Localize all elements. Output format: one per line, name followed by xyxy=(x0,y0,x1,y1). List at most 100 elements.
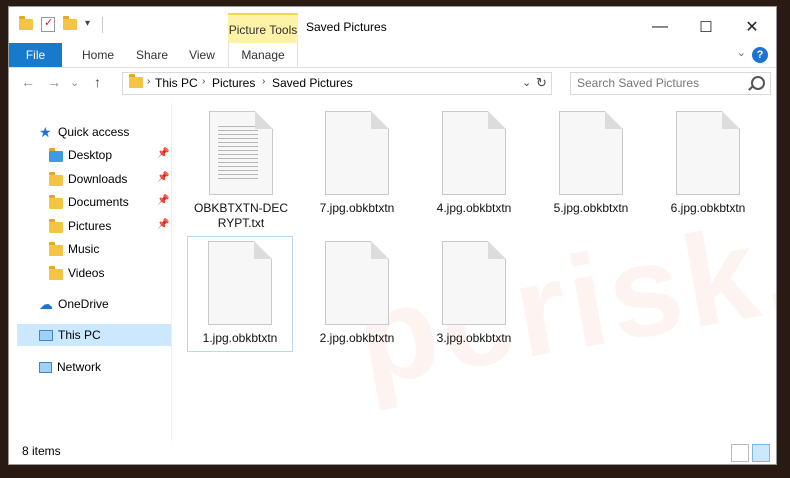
tab-home[interactable]: Home xyxy=(74,43,122,67)
picture-tools-label: Picture Tools xyxy=(228,23,298,37)
properties-icon[interactable]: ✓ xyxy=(41,17,55,32)
explorer-window: ✓ ▾ Picture Tools Saved Pictures — ☐ ✕ F… xyxy=(8,6,777,465)
help-icon[interactable]: ? xyxy=(752,47,768,63)
file-item[interactable]: 5.jpg.obkbtxtn xyxy=(539,107,643,216)
blank-file-icon xyxy=(676,111,740,195)
pin-icon[interactable]: 📌 xyxy=(157,148,169,159)
sidebar-item-pictures[interactable]: Pictures xyxy=(49,215,111,237)
sidebar-item-label: Desktop xyxy=(68,148,113,162)
folder-icon xyxy=(129,74,143,88)
blank-file-icon xyxy=(442,241,506,325)
search-icon[interactable] xyxy=(751,76,765,90)
qat-dropdown-icon[interactable]: ▾ xyxy=(85,18,101,34)
file-item[interactable]: OBKBTXTN-DECRYPT.txt xyxy=(189,107,293,231)
blank-file-icon xyxy=(325,241,389,325)
file-name: OBKBTXTN-DECRYPT.txt xyxy=(193,201,288,230)
file-item[interactable]: 1.jpg.obkbtxtn xyxy=(187,236,293,352)
file-item[interactable]: 6.jpg.obkbtxtn xyxy=(656,107,760,216)
text-file-icon xyxy=(209,111,273,195)
desktop-folder-icon xyxy=(49,148,63,162)
new-folder-icon[interactable] xyxy=(63,16,79,32)
sidebar-item-label: Videos xyxy=(68,266,105,280)
breadcrumb-pictures[interactable]: Pictures xyxy=(212,76,255,90)
blank-file-icon xyxy=(325,111,389,195)
file-name: 4.jpg.obkbtxtn xyxy=(436,201,512,215)
tab-file[interactable]: File xyxy=(9,43,62,67)
search-placeholder: Search Saved Pictures xyxy=(577,76,700,90)
breadcrumb-separator: › xyxy=(202,76,206,87)
tab-share[interactable]: Share xyxy=(130,43,174,67)
downloads-folder-icon xyxy=(49,172,63,186)
sidebar-item-music[interactable]: Music xyxy=(49,238,99,260)
address-bar[interactable]: › This PC › Pictures › Saved Pictures ⌄ … xyxy=(122,72,552,95)
file-name: 7.jpg.obkbtxtn xyxy=(319,201,395,215)
navigation-pane: ★ Quick access Desktop 📌 Downloads 📌 Docu… xyxy=(9,103,172,443)
music-folder-icon xyxy=(49,242,63,256)
sidebar-item-downloads[interactable]: Downloads xyxy=(49,168,127,190)
tab-manage[interactable]: Manage xyxy=(228,43,298,67)
window-title: Saved Pictures xyxy=(306,20,387,34)
sidebar-item-label: Downloads xyxy=(68,172,128,186)
computer-icon xyxy=(39,330,53,341)
sidebar-item-videos[interactable]: Videos xyxy=(49,262,104,284)
title-bar: ✓ ▾ Picture Tools Saved Pictures — ☐ ✕ xyxy=(9,7,776,45)
sidebar-item-onedrive[interactable]: ☁ OneDrive xyxy=(39,293,109,315)
cloud-icon: ☁ xyxy=(39,296,53,312)
sidebar-item-desktop[interactable]: Desktop xyxy=(49,144,112,166)
file-name: 2.jpg.obkbtxtn xyxy=(319,331,395,345)
tab-view[interactable]: View xyxy=(183,43,221,67)
file-item[interactable]: 4.jpg.obkbtxtn xyxy=(422,107,526,216)
blank-file-icon xyxy=(208,241,272,325)
blank-file-icon xyxy=(442,111,506,195)
refresh-icon[interactable]: ↻ xyxy=(536,75,547,91)
forward-button[interactable]: → xyxy=(47,74,61,90)
sidebar-item-label: Quick access xyxy=(58,125,130,139)
up-button[interactable]: ↑ xyxy=(94,74,101,90)
breadcrumb-saved-pictures[interactable]: Saved Pictures xyxy=(272,76,353,90)
file-name: 6.jpg.obkbtxtn xyxy=(670,201,746,215)
item-count: 8 items xyxy=(22,444,61,458)
back-button[interactable]: ← xyxy=(21,74,35,90)
recent-locations-icon[interactable]: ⌄ xyxy=(70,76,79,89)
file-name: 3.jpg.obkbtxtn xyxy=(436,331,512,345)
divider xyxy=(102,17,103,33)
ribbon-tabs: File Home Share View Manage ⌄ ? xyxy=(9,43,776,68)
search-box[interactable]: Search Saved Pictures xyxy=(570,72,771,95)
sidebar-item-label: Music xyxy=(68,242,100,256)
large-icons-view-icon[interactable] xyxy=(752,444,770,462)
file-item[interactable]: 7.jpg.obkbtxtn xyxy=(305,107,409,216)
file-item[interactable]: 3.jpg.obkbtxtn xyxy=(422,237,526,346)
picture-tools-context-tab: Picture Tools xyxy=(228,13,298,45)
videos-folder-icon xyxy=(49,266,63,280)
address-dropdown-icon[interactable]: ⌄ xyxy=(522,76,531,89)
sidebar-item-documents[interactable]: Documents xyxy=(49,191,129,213)
file-list: pcrisk.com OBKBTXTN-DECRYPT.txt 7.jpg.ob… xyxy=(173,103,776,433)
file-name: 5.jpg.obkbtxtn xyxy=(553,201,629,215)
sidebar-item-label: Network xyxy=(57,360,102,374)
folder-icon xyxy=(19,16,35,32)
close-button[interactable]: ✕ xyxy=(729,13,775,41)
minimize-button[interactable]: — xyxy=(637,13,683,41)
ribbon-expand-icon[interactable]: ⌄ xyxy=(737,46,746,59)
pin-icon[interactable]: 📌 xyxy=(157,195,169,206)
navigation-bar: ← → ⌄ ↑ › This PC › Pictures › Saved Pic… xyxy=(9,68,776,98)
sidebar-item-this-pc[interactable]: This PC xyxy=(17,324,171,346)
breadcrumb-separator: › xyxy=(147,76,151,87)
sidebar-item-label: This PC xyxy=(58,328,101,342)
documents-folder-icon xyxy=(49,195,63,209)
maximize-button[interactable]: ☐ xyxy=(683,13,729,41)
sidebar-item-label: Documents xyxy=(68,195,129,209)
pin-icon[interactable]: 📌 xyxy=(157,219,169,230)
sidebar-item-network[interactable]: Network xyxy=(39,356,101,378)
sidebar-item-label: OneDrive xyxy=(58,297,109,311)
breadcrumb-this-pc[interactable]: This PC xyxy=(155,76,198,90)
pin-icon[interactable]: 📌 xyxy=(157,172,169,183)
details-view-icon[interactable] xyxy=(731,444,749,462)
file-item[interactable]: 2.jpg.obkbtxtn xyxy=(305,237,409,346)
file-name: 1.jpg.obkbtxtn xyxy=(202,331,278,345)
status-bar: 8 items xyxy=(9,441,776,464)
pictures-folder-icon xyxy=(49,219,63,233)
sidebar-item-quick-access[interactable]: ★ Quick access xyxy=(39,121,129,143)
star-icon: ★ xyxy=(39,124,52,140)
sidebar-item-label: Pictures xyxy=(68,219,112,233)
